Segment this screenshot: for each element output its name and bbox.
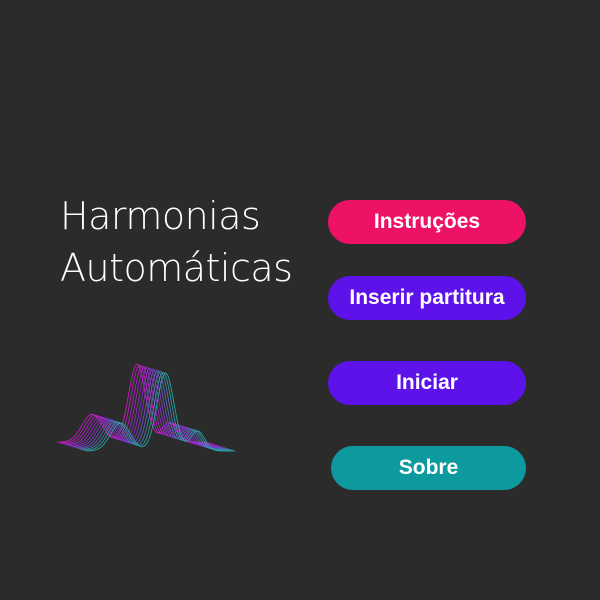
app-title-line2: Automáticas [60,246,293,290]
main-menu-screen: Harmonias Automáticas Instruções Inserir… [0,0,600,600]
app-title: Harmonias Automáticas [60,190,293,294]
about-button[interactable]: Sobre [331,446,526,490]
instructions-button[interactable]: Instruções [328,200,526,244]
sound-wave-logo-icon [57,363,236,452]
insert-score-button[interactable]: Inserir partitura [328,276,526,320]
app-title-line1: Harmonias [60,194,261,238]
start-button[interactable]: Iniciar [328,361,526,405]
